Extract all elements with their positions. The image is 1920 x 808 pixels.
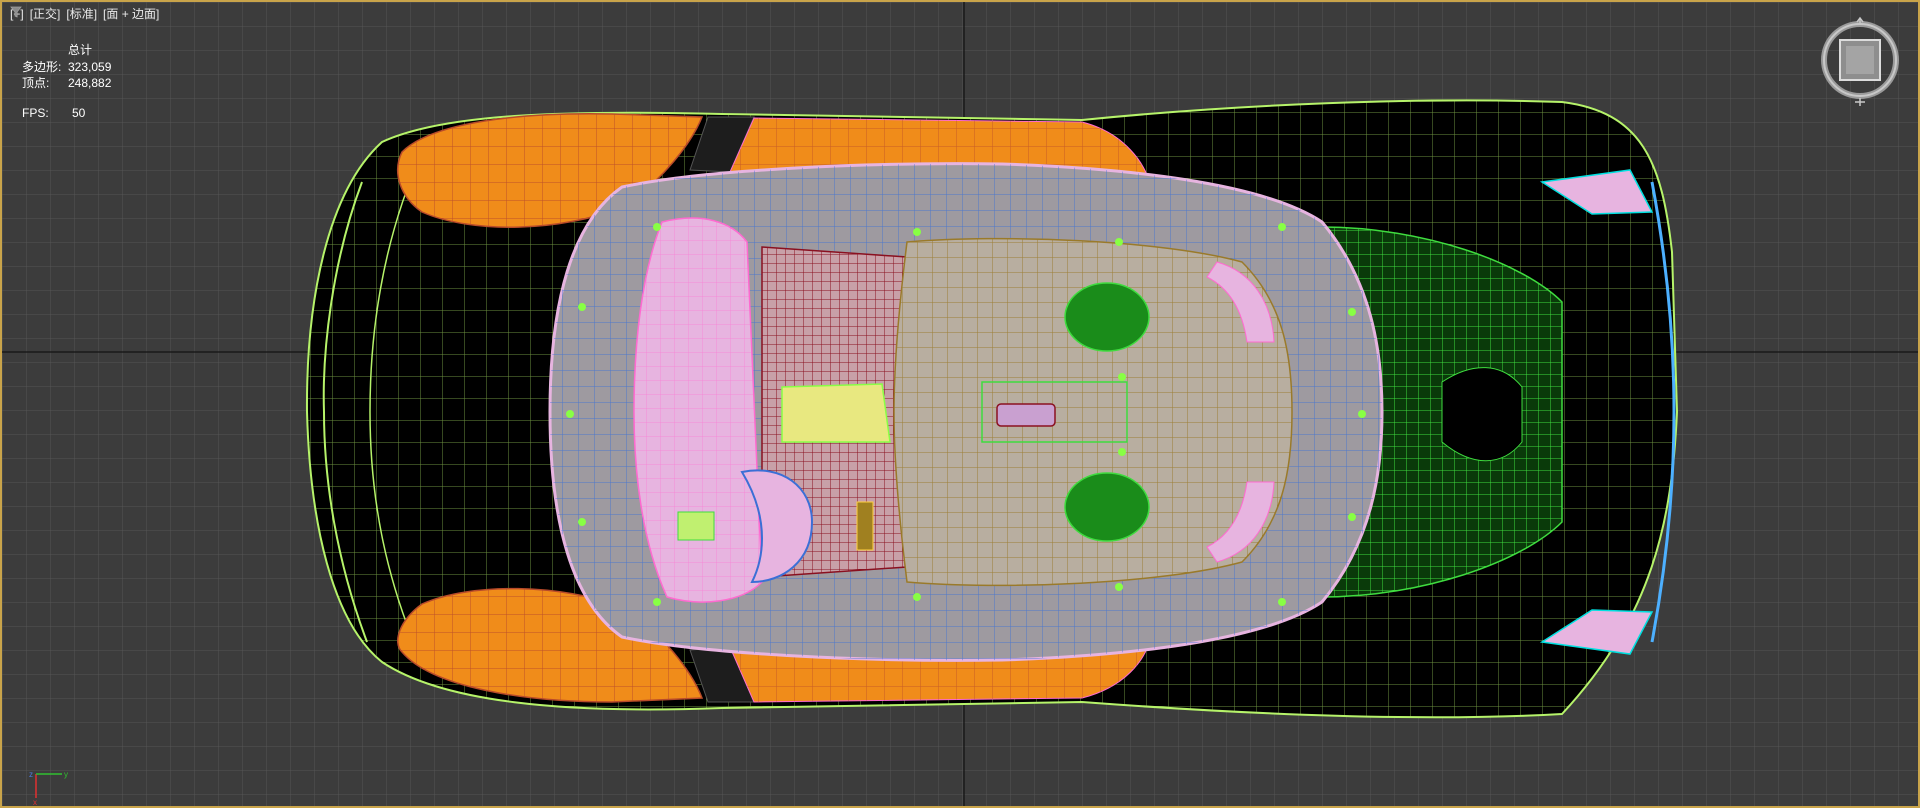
left-vent bbox=[677, 511, 715, 541]
svg-text:z: z bbox=[29, 770, 33, 779]
viewport-top[interactable]: [+] [正交] [标准] [面 + 边面] 总计 多边形: 323,059 顶… bbox=[0, 0, 1920, 808]
stats-fps-value: 50 bbox=[72, 106, 86, 120]
seat-right bbox=[1064, 472, 1150, 542]
filter-icon[interactable] bbox=[10, 6, 183, 18]
viewport-menu-shading[interactable]: [标准] bbox=[66, 6, 97, 22]
stats-polygons-label: 多边形: bbox=[22, 60, 62, 74]
stats-title: 总计 bbox=[68, 43, 93, 57]
seat-left bbox=[1064, 282, 1150, 352]
car-model[interactable] bbox=[305, 99, 1679, 719]
stats-vertices-value: 248,882 bbox=[68, 76, 112, 90]
stats-vertices-row: 顶点: 248,882 bbox=[22, 75, 111, 91]
stats-fps-row: FPS: 50 bbox=[22, 105, 111, 121]
axis-tripod-icon: y z x bbox=[28, 768, 78, 806]
stats-polygons-value: 323,059 bbox=[68, 60, 112, 74]
viewport-label-menu: [+] [正交] [标准] [面 + 边面] bbox=[10, 6, 183, 22]
center-console-glow bbox=[781, 383, 891, 443]
viewport-canvas[interactable] bbox=[2, 2, 1920, 808]
gear-shifter bbox=[996, 403, 1056, 427]
engine-vent bbox=[1441, 367, 1523, 462]
gauge-cluster bbox=[856, 501, 874, 551]
dashboard-wire bbox=[634, 218, 762, 602]
stats-vertices-label: 顶点: bbox=[22, 76, 50, 90]
stats-polygons-row: 多边形: 323,059 bbox=[22, 59, 111, 75]
svg-text:y: y bbox=[64, 770, 68, 779]
viewcube-icon[interactable] bbox=[1810, 16, 1910, 116]
viewport-statistics: 总计 多边形: 323,059 顶点: 248,882 FPS: 50 bbox=[22, 42, 111, 121]
stats-fps-label: FPS: bbox=[22, 106, 49, 120]
viewport-menu-view[interactable]: [正交] bbox=[30, 6, 61, 22]
svg-text:x: x bbox=[33, 798, 37, 806]
viewport-menu-display-mode[interactable]: [面 + 边面] bbox=[103, 6, 159, 22]
